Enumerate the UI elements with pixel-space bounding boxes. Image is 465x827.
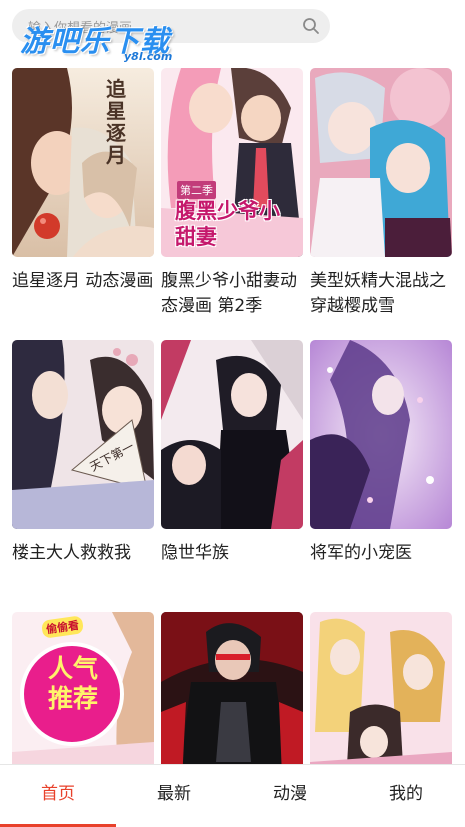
comic-title: 腹黑少爷小甜妻动态漫画 第2季 (161, 271, 297, 316)
tab-label: 首页 (41, 784, 75, 804)
cover-title: 人气推荐 (47, 654, 98, 713)
logo-subtext: y8l.com (124, 50, 173, 63)
tab-anime[interactable]: 动漫 (232, 765, 348, 827)
comic-cover[interactable] (310, 68, 452, 257)
comic-cover[interactable] (161, 340, 303, 529)
watermark-logo: 游吧乐下载 y8l.com (20, 18, 190, 68)
comic-cover[interactable]: 天下第一 (12, 340, 154, 529)
comic-title: 楼主大人救救我 (12, 543, 131, 563)
tab-label: 最新 (157, 784, 191, 804)
comic-title: 隐世华族 (161, 543, 229, 563)
tab-mine[interactable]: 我的 (348, 765, 464, 827)
tab-label: 动漫 (273, 784, 307, 804)
comic-cover[interactable]: 追星逐月 (12, 68, 154, 257)
header: 输入你想看的漫画 游吧乐下载 y8l.com (0, 0, 465, 63)
cover-season: 第二季 (177, 181, 216, 199)
comic-title: 将军的小宠医 (310, 543, 412, 563)
search-icon[interactable] (302, 17, 320, 35)
comic-title: 追星逐月 动态漫画 (12, 271, 154, 291)
comic-cover[interactable]: 第二季 腹黑少爷小甜妻 (161, 68, 303, 257)
comic-title: 美型妖精大混战之穿越樱成雪 (310, 271, 446, 316)
tab-latest[interactable]: 最新 (116, 765, 232, 827)
cover-title: 追星逐月 (106, 77, 126, 167)
cover-title: 腹黑少爷小甜妻 (175, 199, 280, 249)
bottom-tab-bar: 首页 最新 动漫 我的 (0, 764, 465, 827)
tab-label: 我的 (389, 784, 423, 804)
tab-home[interactable]: 首页 (0, 765, 116, 827)
comic-cover[interactable] (310, 340, 452, 529)
